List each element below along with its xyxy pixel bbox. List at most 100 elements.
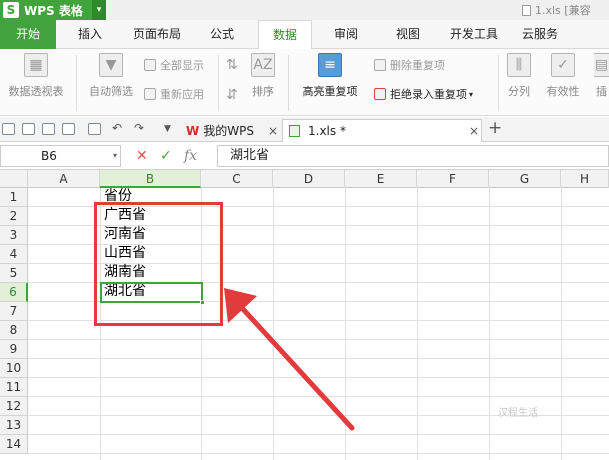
reject-duplicates-icon	[374, 88, 386, 100]
insert-function-icon[interactable]: fx	[184, 147, 197, 165]
close-icon[interactable]: ×	[268, 124, 278, 138]
row-header[interactable]: 8	[0, 321, 28, 340]
column-header-f[interactable]: F	[417, 170, 489, 188]
tab-formula[interactable]: 公式	[202, 20, 242, 49]
column-header-h[interactable]: H	[561, 170, 609, 188]
ribbon-divider	[498, 55, 499, 111]
row-header[interactable]: 9	[0, 340, 28, 359]
row-header[interactable]: 14	[0, 435, 28, 454]
grid-line	[28, 339, 609, 340]
chevron-down-icon[interactable]: ▾	[92, 0, 106, 20]
highlight-duplicates-button[interactable]: ≡ 高亮重复项	[294, 53, 366, 99]
redo-icon[interactable]: ↷	[134, 121, 144, 135]
row-header[interactable]: 11	[0, 378, 28, 397]
close-icon[interactable]: ×	[469, 124, 479, 138]
wps-icon: W	[186, 123, 200, 138]
watermark: 汉程生活	[498, 408, 538, 419]
formula-input[interactable]: 湖北省	[217, 145, 609, 167]
grid-line	[273, 188, 274, 460]
app-name: WPS 表格	[24, 3, 83, 18]
column-header-d[interactable]: D	[273, 170, 345, 188]
new-tab-button[interactable]: +	[488, 118, 502, 138]
reapply-button[interactable]: 重新应用	[144, 86, 204, 102]
tab-review[interactable]: 审阅	[326, 20, 366, 49]
sort-label: 排序	[252, 85, 274, 98]
formula-bar: B6 ▾ ✕ ✓ fx 湖北省	[0, 143, 609, 170]
filter-reapply-icon	[144, 88, 156, 100]
save-icon[interactable]	[22, 123, 35, 135]
row-header[interactable]: 10	[0, 359, 28, 378]
remove-duplicates-button[interactable]: 删除重复项	[374, 57, 445, 73]
ribbon-divider	[218, 55, 219, 111]
sort-button[interactable]: AZ 排序	[246, 53, 280, 99]
row-header[interactable]: 6	[0, 283, 28, 302]
highlight-duplicates-label: 高亮重复项	[302, 85, 358, 98]
window-title: 1.xls [兼容	[522, 2, 591, 18]
grid-line	[28, 453, 609, 454]
tab-my-wps-label: 我的WPS	[203, 124, 254, 138]
tab-view[interactable]: 视图	[388, 20, 428, 49]
ribbon-divider	[288, 55, 289, 111]
tab-file-1xls[interactable]: 1.xls * ×	[282, 119, 482, 142]
insert-icon: ▤	[594, 53, 609, 77]
reject-duplicates-button[interactable]: 拒绝录入重复项 ▾	[374, 86, 473, 102]
tab-cloud[interactable]: 云服务	[516, 20, 564, 49]
document-icon	[522, 4, 531, 16]
validity-button[interactable]: ✓ 有效性	[540, 53, 586, 99]
grid-line	[28, 396, 609, 397]
pivot-table-button[interactable]: ▦ 数据透视表	[4, 53, 68, 99]
grid-line	[28, 358, 609, 359]
sort-descending-icon[interactable]: ⇵	[226, 87, 238, 103]
undo-icon[interactable]: ↶	[112, 121, 122, 135]
grid-line	[417, 188, 418, 460]
select-all-corner[interactable]	[0, 170, 28, 188]
column-headers: A B C D E F G H	[0, 170, 609, 188]
row-header[interactable]: 13	[0, 416, 28, 435]
split-column-button[interactable]: ⫼ 分列	[504, 53, 534, 99]
app-menu-button[interactable]: S WPS 表格 ▾	[0, 0, 106, 20]
show-all-button[interactable]: 全部显示	[144, 57, 204, 73]
row-header[interactable]: 5	[0, 264, 28, 283]
tab-my-wps[interactable]: W 我的WPS ×	[182, 119, 278, 142]
validity-label: 有效性	[546, 85, 580, 98]
cancel-icon[interactable]: ✕	[136, 147, 148, 165]
tab-home[interactable]: 开始	[0, 20, 56, 49]
row-header[interactable]: 12	[0, 397, 28, 416]
print-icon[interactable]	[62, 123, 75, 135]
chevron-down-icon: ▾	[469, 89, 474, 99]
row-header[interactable]: 2	[0, 207, 28, 226]
row-header[interactable]: 7	[0, 302, 28, 321]
open-folder-icon[interactable]	[2, 123, 15, 135]
column-header-g[interactable]: G	[489, 170, 561, 188]
highlight-duplicates-icon: ≡	[318, 53, 342, 77]
cell-reference: B6	[41, 149, 57, 163]
validity-icon: ✓	[551, 53, 575, 77]
tab-insert[interactable]: 插入	[70, 20, 110, 49]
column-header-c[interactable]: C	[201, 170, 273, 188]
tab-data[interactable]: 数据	[258, 20, 312, 50]
row-header[interactable]: 4	[0, 245, 28, 264]
grid-line	[561, 188, 562, 460]
ribbon-divider	[76, 55, 77, 111]
chevron-down-icon[interactable]: ▾	[113, 146, 117, 166]
print-preview-icon[interactable]	[42, 123, 55, 135]
row-header[interactable]: 3	[0, 226, 28, 245]
filter-icon: ▼	[99, 53, 123, 77]
wps-logo-icon: S	[3, 2, 19, 18]
row-header[interactable]: 1	[0, 188, 28, 207]
name-box[interactable]: B6 ▾	[0, 145, 121, 167]
tab-page-layout[interactable]: 页面布局	[126, 20, 188, 49]
insert-more-button[interactable]: ▤ 插	[594, 53, 609, 99]
column-header-a[interactable]: A	[28, 170, 100, 188]
tab-developer[interactable]: 开发工具	[444, 20, 504, 49]
quick-access-toolbar: ↶ ↷ ▼ W 我的WPS × 1.xls * × +	[0, 117, 609, 142]
ribbon: ▦ 数据透视表 ▼ 自动筛选 全部显示 重新应用 ⇅ AZ 排序 ⇵ ≡ 高亮重…	[0, 49, 609, 116]
sort-ascending-icon[interactable]: ⇅	[226, 57, 238, 73]
confirm-icon[interactable]: ✓	[160, 147, 172, 165]
column-header-e[interactable]: E	[345, 170, 417, 188]
preview-icon[interactable]	[88, 123, 101, 135]
column-header-b[interactable]: B	[100, 170, 201, 188]
chevron-down-icon[interactable]: ▼	[164, 124, 171, 134]
spreadsheet-icon	[289, 125, 300, 137]
autofilter-button[interactable]: ▼ 自动筛选	[84, 53, 138, 99]
